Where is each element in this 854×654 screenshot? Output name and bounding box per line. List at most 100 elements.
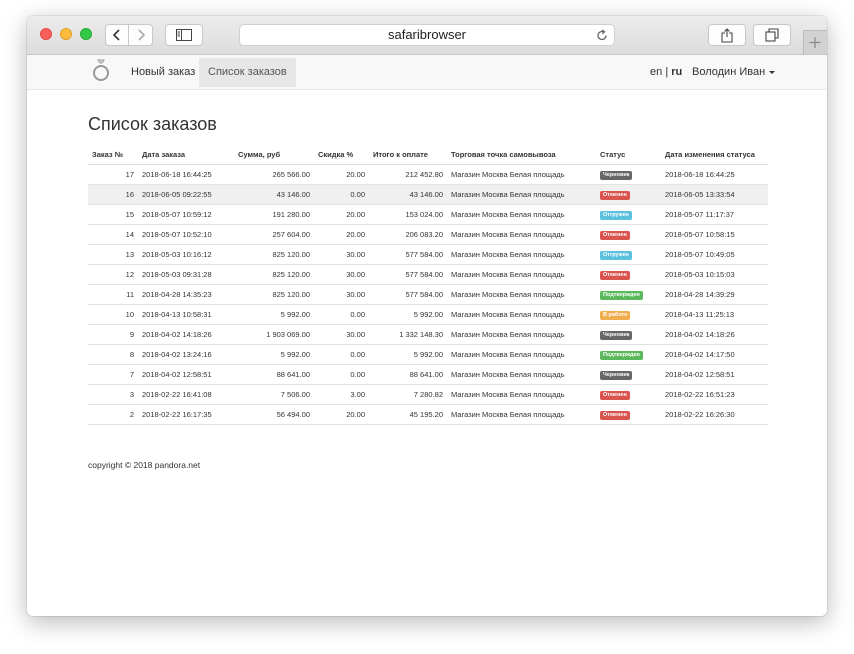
cell-store: Магазин Москва Белая площадь (447, 244, 596, 265)
cell-store: Магазин Москва Белая площадь (447, 364, 596, 385)
cell-discount: 20.00 (314, 404, 369, 425)
browser-toolbar: safaribrowser (27, 16, 827, 55)
cell-order-date: 2018-04-28 14:35:23 (138, 284, 234, 305)
status-badge: Отменен (600, 271, 630, 280)
share-icon (721, 27, 733, 43)
cell-total: 577 584.00 (369, 264, 447, 285)
back-button[interactable] (105, 24, 129, 46)
cell-order-number: 10 (88, 304, 138, 325)
table-row[interactable]: 17 2018-06-18 16:44:25 265 566.00 20.00 212 … (88, 164, 768, 185)
cell-status: Черновик (596, 364, 661, 385)
cell-order-number: 13 (88, 244, 138, 265)
table-row[interactable]: 8 2018-04-02 13:24:16 5 992.00 0.00 5 992.00… (88, 344, 768, 365)
footer-copyright: copyright © 2018 pandora.net (88, 460, 201, 470)
close-window-button[interactable] (40, 28, 52, 40)
cell-status: Отменен (596, 184, 661, 205)
minimize-window-button[interactable] (60, 28, 72, 40)
cell-status: Отгружен (596, 244, 661, 265)
table-row[interactable]: 10 2018-04-13 10:58:31 5 992.00 0.00 5 992.0… (88, 304, 768, 325)
status-badge: В работе (600, 311, 631, 320)
status-badge: Отменен (600, 411, 630, 420)
cell-store: Магазин Москва Белая площадь (447, 264, 596, 285)
cell-total: 212 452.80 (369, 164, 447, 185)
cell-status-changed: 2018-05-03 10:15:03 (661, 264, 768, 285)
cell-order-date: 2018-05-07 10:59:12 (138, 204, 234, 225)
cell-order-number: 15 (88, 204, 138, 225)
cell-store: Магазин Москва Белая площадь (447, 204, 596, 225)
tabs-icon (765, 28, 779, 42)
cell-order-number: 11 (88, 284, 138, 305)
status-badge: Черновик (600, 171, 633, 180)
table-header-row: Заказ № Дата заказа Сумма, руб Скидка % … (88, 145, 768, 165)
cell-store: Магазин Москва Белая площадь (447, 324, 596, 345)
col-status-changed: Дата изменения статуса (661, 145, 768, 165)
cell-status: Отменен (596, 384, 661, 405)
cell-sum: 56 494.00 (234, 404, 314, 425)
caret-down-icon (769, 70, 776, 74)
table-row[interactable]: 13 2018-05-03 10:16:12 825 120.00 30.00 577 … (88, 244, 768, 265)
status-badge: Отгружен (600, 251, 632, 260)
cell-status-changed: 2018-04-02 12:58:51 (661, 364, 768, 385)
cell-order-number: 9 (88, 324, 138, 345)
cell-order-number: 3 (88, 384, 138, 405)
cell-discount: 30.00 (314, 324, 369, 345)
status-badge: Отменен (600, 391, 630, 400)
cell-status: Отменен (596, 264, 661, 285)
forward-button[interactable] (128, 24, 153, 46)
cell-status: Отгружен (596, 204, 661, 225)
table-row[interactable]: 12 2018-05-03 09:31:28 825 120.00 30.00 577 … (88, 264, 768, 285)
cell-sum: 5 992.00 (234, 344, 314, 365)
cell-order-date: 2018-06-05 09:22:55 (138, 184, 234, 205)
cell-status-changed: 2018-04-02 14:18:26 (661, 324, 768, 345)
cell-total: 7 280.82 (369, 384, 447, 405)
col-sum: Сумма, руб (234, 145, 314, 165)
col-status: Статус (596, 145, 661, 165)
cell-total: 43 146.00 (369, 184, 447, 205)
cell-total: 153 024.00 (369, 204, 447, 225)
nav-new-order[interactable]: Новый заказ (122, 58, 204, 87)
cell-total: 577 584.00 (369, 284, 447, 305)
col-discount: Скидка % (314, 145, 369, 165)
zoom-window-button[interactable] (80, 28, 92, 40)
col-order-number: Заказ № (88, 145, 138, 165)
cell-order-number: 16 (88, 184, 138, 205)
cell-discount: 0.00 (314, 184, 369, 205)
cell-order-number: 12 (88, 264, 138, 285)
cell-total: 88 641.00 (369, 364, 447, 385)
lang-en-link[interactable]: en (650, 66, 662, 78)
table-row[interactable]: 15 2018-05-07 10:59:12 191 280.00 20.00 153 … (88, 204, 768, 225)
col-total: Итого к оплате (369, 145, 447, 165)
cell-total: 1 332 148.30 (369, 324, 447, 345)
sidebar-icon (176, 29, 192, 41)
cell-status: В работе (596, 304, 661, 325)
cell-status: Черновик (596, 164, 661, 185)
address-text: safaribrowser (387, 27, 467, 42)
table-row[interactable]: 16 2018-06-05 09:22:55 43 146.00 0.00 43 146… (88, 184, 768, 205)
table-row[interactable]: 14 2018-05-07 10:52:10 257 604.00 20.00 206 … (88, 224, 768, 245)
user-menu[interactable]: Володин Иван (692, 66, 776, 78)
cell-status-changed: 2018-02-22 16:26:30 (661, 404, 768, 425)
reload-icon[interactable] (596, 28, 608, 48)
address-bar[interactable]: safaribrowser (239, 24, 615, 46)
table-row[interactable]: 11 2018-04-28 14:35:23 825 120.00 30.00 577 … (88, 284, 768, 305)
sidebar-button[interactable] (165, 24, 203, 46)
status-badge: Отменен (600, 231, 630, 240)
pandora-logo-icon[interactable] (91, 58, 111, 89)
cell-discount: 3.00 (314, 384, 369, 405)
nav-orders-list[interactable]: Список заказов (199, 58, 296, 87)
cell-status-changed: 2018-04-13 11:25:13 (661, 304, 768, 325)
tabs-overview-button[interactable] (753, 24, 791, 46)
orders-table: Заказ № Дата заказа Сумма, руб Скидка % … (88, 145, 768, 425)
table-row[interactable]: 9 2018-04-02 14:18:26 1 903 069.00 30.00 1 3… (88, 324, 768, 345)
table-row[interactable]: 3 2018-02-22 16:41:08 7 506.00 3.00 7 280.82… (88, 384, 768, 405)
status-badge: Подтвержден (600, 351, 643, 360)
lang-ru-link[interactable]: ru (671, 66, 682, 78)
cell-discount: 30.00 (314, 244, 369, 265)
cell-discount: 20.00 (314, 224, 369, 245)
cell-total: 45 195.20 (369, 404, 447, 425)
share-button[interactable] (708, 24, 746, 46)
new-tab-button[interactable] (803, 30, 827, 54)
table-row[interactable]: 7 2018-04-02 12:58:51 88 641.00 0.00 88 641.… (88, 364, 768, 385)
table-row[interactable]: 2 2018-02-22 16:17:35 56 494.00 20.00 45 195… (88, 404, 768, 425)
cell-status: Подтвержден (596, 284, 661, 305)
